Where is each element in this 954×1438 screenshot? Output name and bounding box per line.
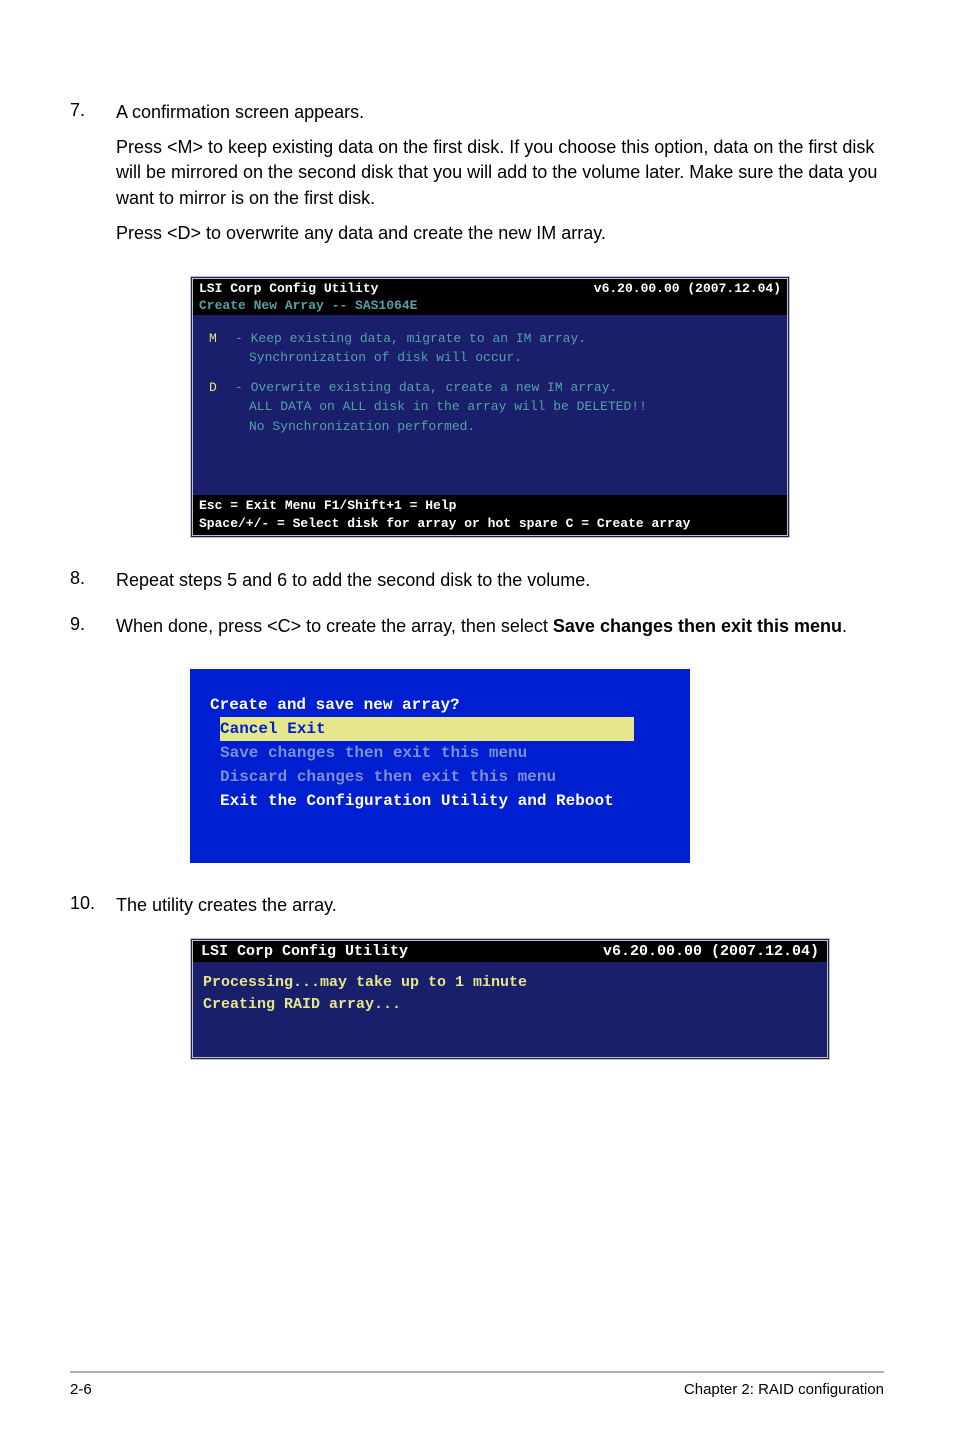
step-7-p3: Press <D> to overwrite any data and crea…	[116, 221, 884, 246]
dialog-discard-changes: Discard changes then exit this menu	[210, 765, 670, 789]
chapter-title: Chapter 2: RAID configuration	[684, 1381, 884, 1398]
step-number: 9.	[70, 614, 116, 649]
terminal2-line1: Processing...may take up to 1 minute	[203, 972, 817, 995]
terminal-title: LSI Corp Config Utility	[199, 281, 594, 296]
terminal-body: M - Keep existing data, migrate to an IM…	[193, 315, 787, 495]
option-d-text: - Overwrite existing data, create a new …	[235, 378, 647, 437]
terminal-screenshot-1: LSI Corp Config Utility v6.20.00.00 (200…	[190, 276, 790, 538]
step-body: The utility creates the array.	[116, 893, 337, 928]
terminal-version: v6.20.00.00 (2007.12.04)	[594, 281, 781, 296]
page-number: 2-6	[70, 1381, 92, 1398]
step-body: Repeat steps 5 and 6 to add the second d…	[116, 568, 590, 603]
option-d: D - Overwrite existing data, create a ne…	[209, 378, 771, 437]
step-9-post: .	[842, 616, 847, 636]
terminal-subhead: Create New Array -- SAS1064E	[193, 298, 787, 315]
step-7-p2: Press <M> to keep existing data on the f…	[116, 135, 884, 211]
option-m-line1: - Keep existing data, migrate to an IM a…	[235, 329, 586, 349]
option-m-line2: Synchronization of disk will occur.	[235, 348, 586, 368]
terminal2-version: v6.20.00.00 (2007.12.04)	[603, 943, 819, 960]
step-7: 7. A confirmation screen appears. Press …	[70, 100, 884, 256]
terminal2-line2: Creating RAID array...	[203, 994, 817, 1017]
dialog-selected-item: Cancel Exit	[220, 717, 634, 741]
step-body: When done, press <C> to create the array…	[116, 614, 847, 649]
step-9-pre: When done, press <C> to create the array…	[116, 616, 553, 636]
option-d-letter: D	[209, 378, 235, 437]
step-9-p1: When done, press <C> to create the array…	[116, 614, 847, 639]
terminal-screenshot-2: LSI Corp Config Utility v6.20.00.00 (200…	[190, 938, 830, 1060]
step-8: 8. Repeat steps 5 and 6 to add the secon…	[70, 568, 884, 603]
step-7-p1: A confirmation screen appears.	[116, 100, 884, 125]
step-10-p1: The utility creates the array.	[116, 893, 337, 918]
option-d-line3: No Synchronization performed.	[235, 417, 647, 437]
terminal-footer-line1: Esc = Exit Menu F1/Shift+1 = Help	[199, 497, 781, 515]
terminal-footer-line2: Space/+/- = Select disk for array or hot…	[199, 515, 781, 533]
terminal-header: LSI Corp Config Utility v6.20.00.00 (200…	[193, 279, 787, 298]
option-d-line1: - Overwrite existing data, create a new …	[235, 378, 647, 398]
step-10: 10. The utility creates the array.	[70, 893, 884, 928]
step-9: 9. When done, press <C> to create the ar…	[70, 614, 884, 649]
dialog-cancel-exit: Cancel Exit	[210, 717, 670, 741]
step-9-bold: Save changes then exit this menu	[553, 616, 842, 636]
step-number: 8.	[70, 568, 116, 603]
step-number: 7.	[70, 100, 116, 256]
dialog-exit-reboot: Exit the Configuration Utility and Reboo…	[210, 789, 670, 813]
option-m-text: - Keep existing data, migrate to an IM a…	[235, 329, 586, 368]
page-footer: 2-6 Chapter 2: RAID configuration	[70, 1371, 884, 1398]
terminal2-header: LSI Corp Config Utility v6.20.00.00 (200…	[193, 941, 827, 962]
dialog-save-changes: Save changes then exit this menu	[210, 741, 670, 765]
step-number: 10.	[70, 893, 116, 928]
terminal2-title: LSI Corp Config Utility	[201, 943, 603, 960]
step-8-p1: Repeat steps 5 and 6 to add the second d…	[116, 568, 590, 593]
option-m: M - Keep existing data, migrate to an IM…	[209, 329, 771, 368]
terminal2-body: Processing...may take up to 1 minute Cre…	[193, 962, 827, 1057]
option-d-line2: ALL DATA on ALL disk in the array will b…	[235, 397, 647, 417]
option-m-letter: M	[209, 329, 235, 368]
terminal-footer: Esc = Exit Menu F1/Shift+1 = Help Space/…	[193, 495, 787, 535]
dialog-screenshot: Create and save new array? Cancel Exit S…	[190, 669, 690, 863]
step-body: A confirmation screen appears. Press <M>…	[116, 100, 884, 256]
dialog-title: Create and save new array?	[210, 693, 670, 717]
